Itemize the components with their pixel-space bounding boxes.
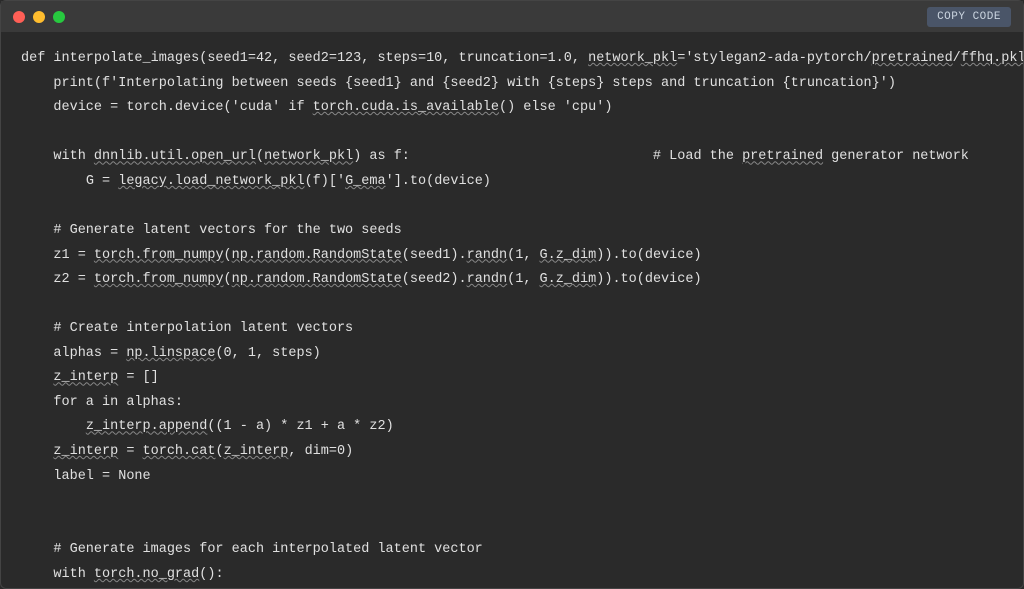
code-token: np.random.RandomState (232, 248, 402, 263)
code-line (21, 121, 1003, 146)
code-token: legacy.load_network_pkl (118, 174, 304, 189)
titlebar: COPY CODE (1, 1, 1023, 33)
close-button[interactable] (13, 11, 25, 23)
code-line: for a in alphas: (21, 391, 1003, 416)
code-token: torch.from_numpy (94, 272, 224, 287)
code-token: G.z_dim (540, 248, 597, 263)
code-line (21, 514, 1003, 539)
code-line: z1 = torch.from_numpy(np.random.RandomSt… (21, 244, 1003, 269)
code-token: pretrained (742, 149, 823, 164)
code-line: G = legacy.load_network_pkl(f)['G_ema'].… (21, 170, 1003, 195)
code-line: z2 = torch.from_numpy(np.random.RandomSt… (21, 268, 1003, 293)
code-token: dnnlib.util.open_url (94, 149, 256, 164)
traffic-lights (13, 11, 65, 23)
code-token: randn (467, 272, 508, 287)
code-line (21, 293, 1003, 318)
code-line: alphas = np.linspace(0, 1, steps) (21, 342, 1003, 367)
code-token: randn (467, 248, 508, 263)
code-line (21, 194, 1003, 219)
code-token: G.z_dim (540, 272, 597, 287)
code-area[interactable]: def interpolate_images(seed1=42, seed2=1… (1, 33, 1023, 588)
code-line: print(f'Interpolating between seeds {see… (21, 72, 1003, 97)
code-token: pretrained (872, 51, 953, 66)
code-token: network_pkl (264, 149, 353, 164)
code-token: torch.cuda.is_available (313, 100, 499, 115)
code-line: imgs = G(z_interp, label, truncation_psi… (21, 587, 1003, 588)
code-line: with torch.no_grad(): (21, 563, 1003, 588)
code-window: COPY CODE def interpolate_images(seed1=4… (0, 0, 1024, 589)
minimize-button[interactable] (33, 11, 45, 23)
code-line: z_interp = [] (21, 366, 1003, 391)
code-line (21, 489, 1003, 514)
maximize-button[interactable] (53, 11, 65, 23)
code-token: torch.no_grad (94, 567, 199, 582)
code-token: z_interp (224, 444, 289, 459)
code-line: # Create interpolation latent vectors (21, 317, 1003, 342)
copy-code-button[interactable]: COPY CODE (927, 7, 1011, 27)
code-line: device = torch.device('cuda' if torch.cu… (21, 96, 1003, 121)
code-token: np.random.RandomState (232, 272, 402, 287)
code-token: G_ema (345, 174, 386, 189)
code-token: z_interp.append (86, 419, 208, 434)
code-token: z_interp (53, 444, 118, 459)
code-line: # Generate latent vectors for the two se… (21, 219, 1003, 244)
code-line: z_interp = torch.cat(z_interp, dim=0) (21, 440, 1003, 465)
code-line: # Generate images for each interpolated … (21, 538, 1003, 563)
code-token: network_pkl (588, 51, 677, 66)
code-token: torch.from_numpy (94, 248, 224, 263)
code-token: z_interp (53, 370, 118, 385)
code-line: z_interp.append((1 - a) * z1 + a * z2) (21, 415, 1003, 440)
code-line: with dnnlib.util.open_url(network_pkl) a… (21, 145, 1003, 170)
code-line: label = None (21, 465, 1003, 490)
code-token: torch.cat (143, 444, 216, 459)
code-token: np.linspace (126, 346, 215, 361)
code-token: ffhq.pkl (961, 51, 1023, 66)
code-line: def interpolate_images(seed1=42, seed2=1… (21, 47, 1003, 72)
